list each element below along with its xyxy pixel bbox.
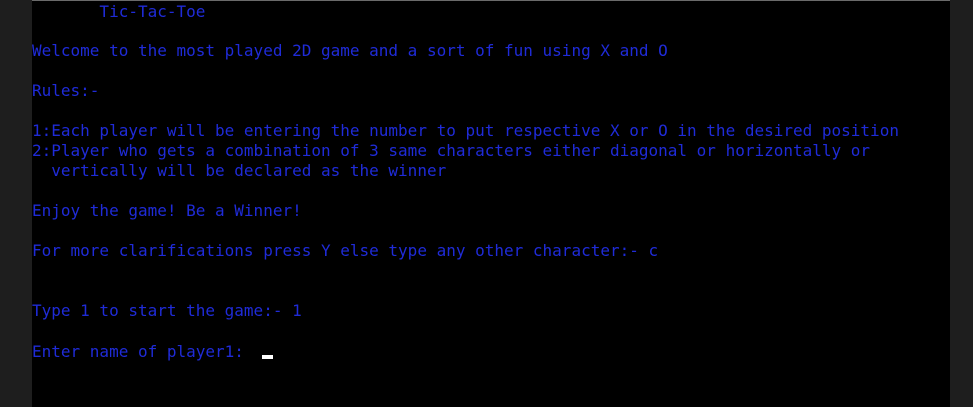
rule-2-text-line-2: vertically will be declared as the winne… [32, 161, 447, 180]
text-cursor[interactable] [262, 355, 273, 359]
rules-heading: Rules:- [32, 81, 100, 100]
game-title: Tic-Tac-Toe [32, 2, 206, 21]
window-top-border [32, 0, 950, 1]
player1-name-prompt: Enter name of player1: [32, 342, 254, 361]
enjoy-message: Enjoy the game! Be a Winner! [32, 201, 302, 220]
welcome-message: Welcome to the most played 2D game and a… [32, 41, 668, 60]
start-game-prompt: Type 1 to start the game:- 1 [32, 301, 302, 320]
scrollbar-track[interactable] [950, 0, 973, 407]
terminal-window: Tic-Tac-Toe Welcome to the most played 2… [0, 0, 973, 407]
rule-2-text-line-1: 2:Player who gets a combination of 3 sam… [32, 141, 871, 160]
console-output-area[interactable]: Tic-Tac-Toe Welcome to the most played 2… [32, 0, 950, 407]
rule-1-text: 1:Each player will be entering the numbe… [32, 121, 899, 140]
clarification-prompt: For more clarifications press Y else typ… [32, 241, 659, 260]
